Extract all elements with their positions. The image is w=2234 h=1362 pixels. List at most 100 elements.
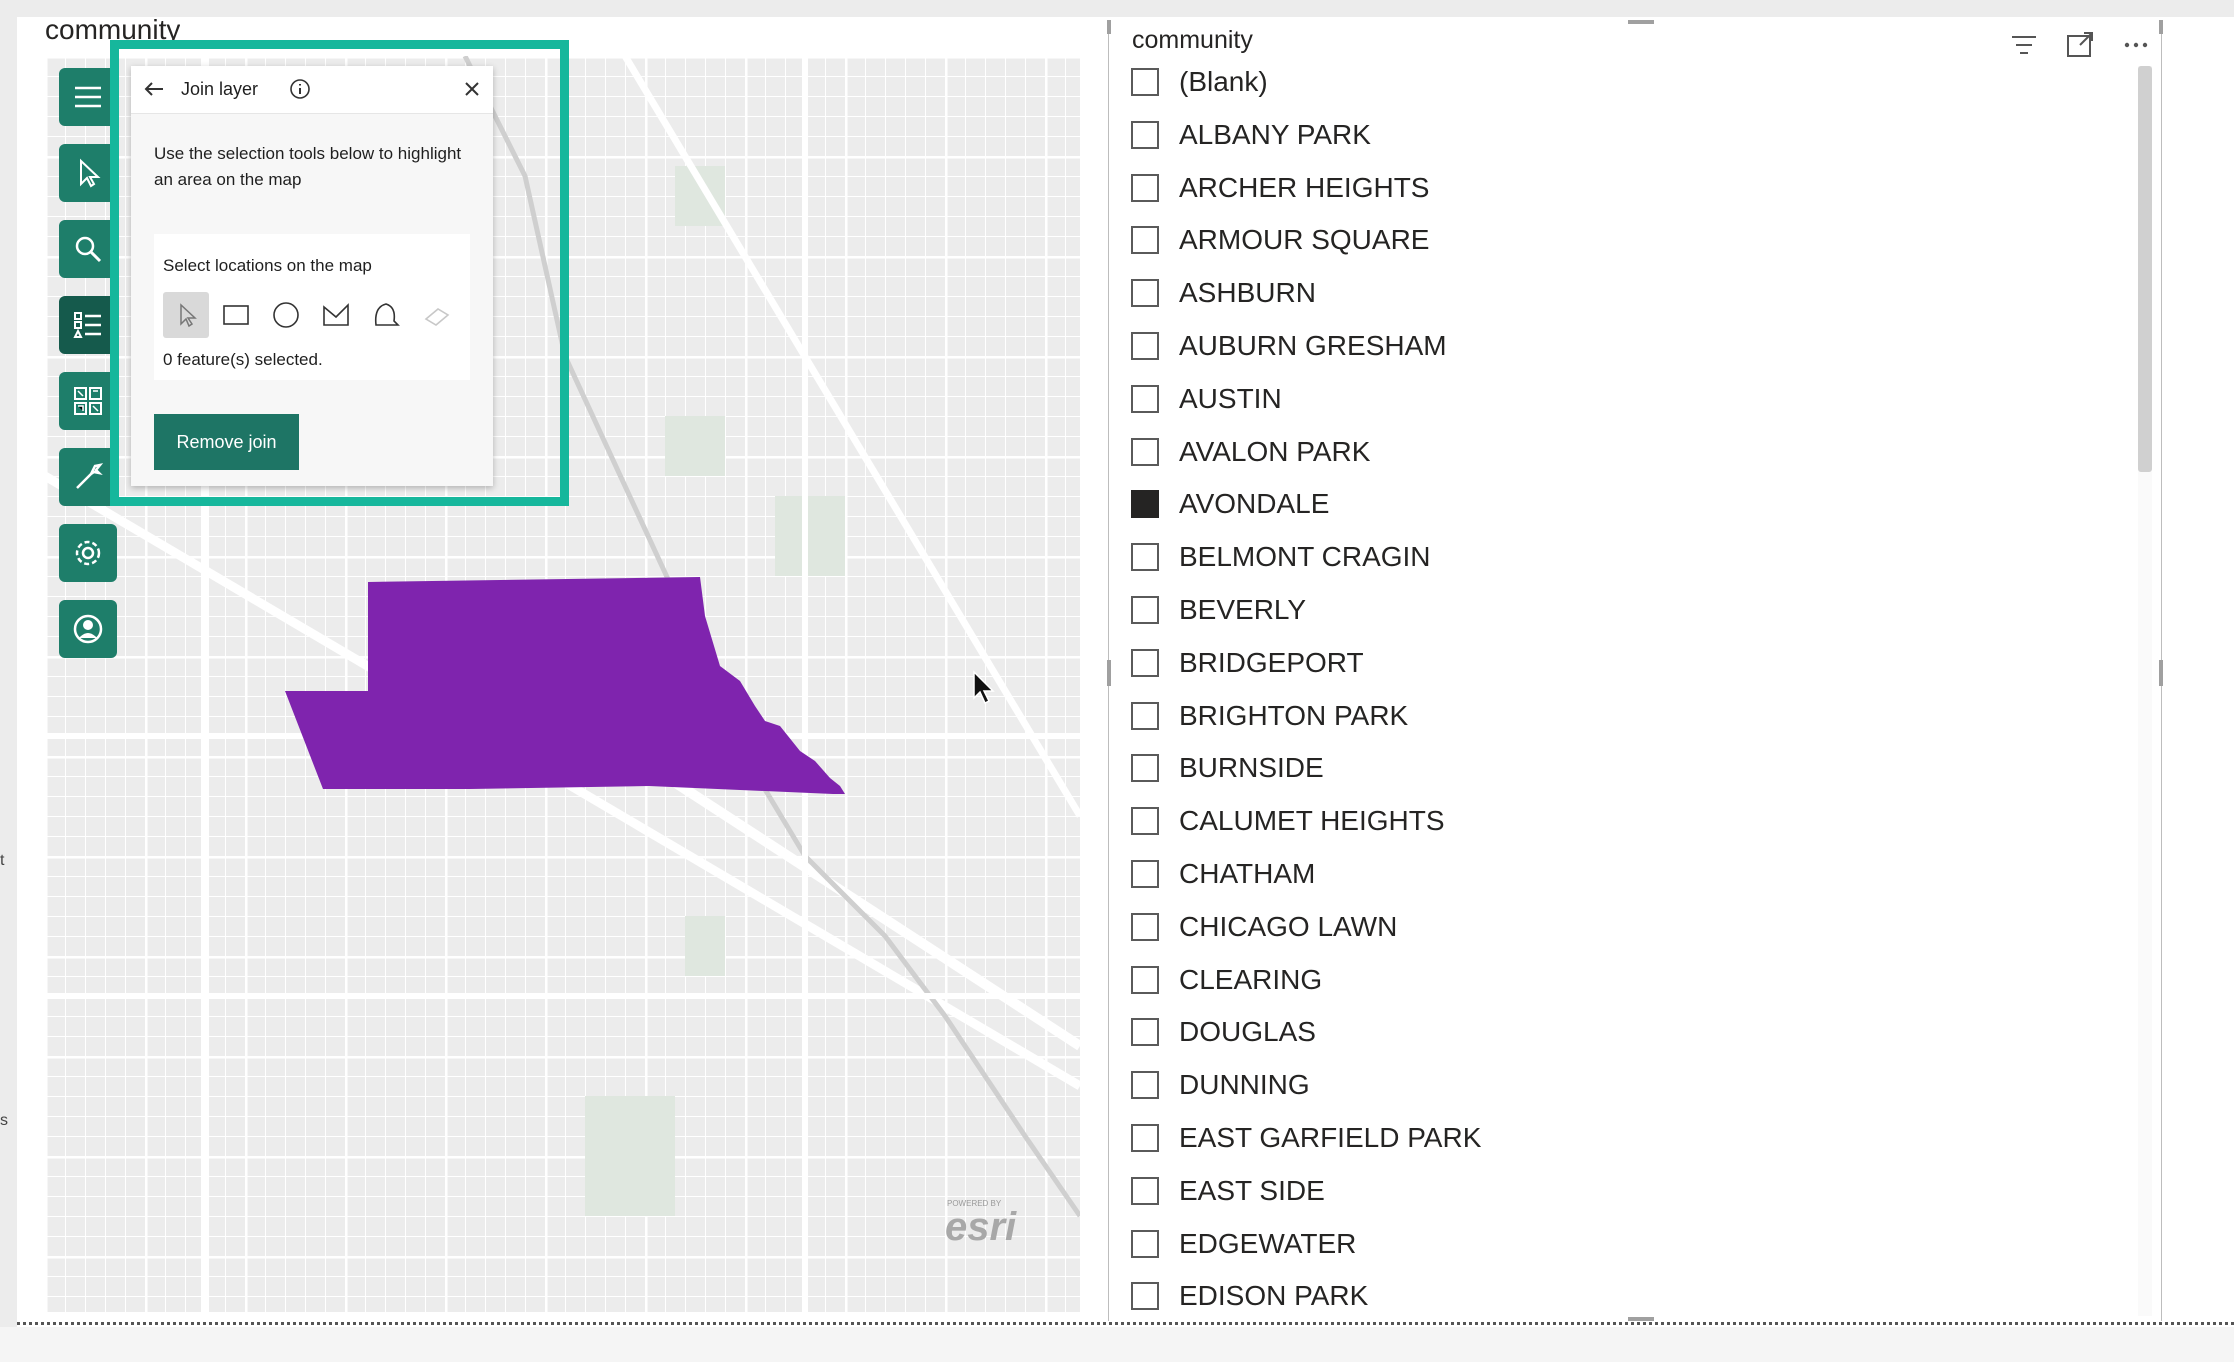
profile-button[interactable] [59, 600, 117, 658]
park-area [585, 1096, 675, 1216]
checkbox[interactable] [1131, 1282, 1159, 1311]
resize-handle[interactable] [2159, 660, 2163, 686]
slicer-item[interactable]: BURNSIDE [1131, 748, 2091, 788]
search-icon [75, 236, 102, 263]
checkbox[interactable] [1131, 1124, 1159, 1152]
slicer-item[interactable]: BRIGHTON PARK [1131, 696, 2091, 736]
layer-list-icon [73, 312, 101, 338]
resize-handle[interactable] [1107, 660, 1111, 686]
slicer-item[interactable]: AVONDALE [1131, 484, 2091, 524]
menu-icon [75, 86, 101, 108]
widget-grid-button[interactable] [59, 372, 117, 430]
slicer-item[interactable]: CALUMET HEIGHTS [1131, 801, 2091, 841]
slicer-item-label: AVONDALE [1179, 488, 1330, 520]
slicer-item-label: ARMOUR SQUARE [1179, 224, 1430, 256]
resize-handle[interactable] [1628, 20, 1654, 24]
slicer-item[interactable]: ASHBURN [1131, 273, 2091, 313]
checkbox[interactable] [1131, 120, 1159, 149]
resize-handle[interactable] [2159, 20, 2163, 34]
pointer-select-tool[interactable] [163, 292, 209, 338]
slicer-item[interactable]: BEVERLY [1131, 590, 2091, 630]
checkbox[interactable] [1131, 1071, 1159, 1100]
remove-join-button[interactable]: Remove join [154, 414, 299, 470]
polygon-select-tool[interactable] [313, 292, 359, 338]
esri-logo: POWERED BY esri [945, 1199, 1017, 1246]
resize-handle[interactable] [1628, 1317, 1654, 1321]
slicer-item[interactable]: EDISON PARK [1131, 1276, 2091, 1316]
checkbox[interactable] [1131, 807, 1159, 836]
slicer-item[interactable]: (Blank) [1131, 62, 2091, 102]
slicer-title: community [1132, 26, 1253, 54]
slicer-item-label: ARCHER HEIGHTS [1179, 171, 1430, 203]
checkbox[interactable] [1131, 1018, 1159, 1047]
lasso-select-tool[interactable] [363, 292, 409, 338]
slicer-item[interactable]: BELMONT CRAGIN [1131, 537, 2091, 577]
slicer-item[interactable]: AVALON PARK [1131, 432, 2091, 472]
checkbox[interactable] [1131, 1176, 1159, 1205]
slicer-item[interactable]: EAST GARFIELD PARK [1131, 1118, 2091, 1158]
eraser-tool[interactable] [413, 292, 459, 338]
slicer-item-label: AUBURN GRESHAM [1179, 330, 1447, 361]
slicer-item[interactable]: ALBANY PARK [1131, 115, 2091, 155]
checkbox[interactable] [1131, 860, 1159, 888]
checkbox[interactable] [1131, 912, 1159, 941]
slicer-item[interactable]: DUNNING [1131, 1065, 2091, 1105]
checkbox[interactable] [1131, 279, 1159, 308]
settings-button[interactable] [59, 524, 117, 582]
close-icon[interactable] [461, 78, 483, 100]
rectangle-select-tool[interactable] [213, 292, 259, 338]
checkbox[interactable] [1131, 701, 1159, 730]
left-strip [0, 17, 17, 1327]
info-icon[interactable] [289, 78, 311, 100]
panel-title: Join layer [181, 79, 259, 99]
selection-label: Select locations on the map [163, 256, 372, 275]
checkbox[interactable] [1131, 965, 1159, 994]
slicer-item[interactable]: ARMOUR SQUARE [1131, 220, 2091, 260]
rectangle-icon [223, 305, 249, 325]
checkbox[interactable] [1131, 648, 1159, 677]
slicer-item-label: ALBANY PARK [1179, 118, 1371, 150]
checkbox[interactable] [1131, 1229, 1159, 1258]
checkbox[interactable] [1131, 437, 1159, 466]
checkbox[interactable] [1131, 173, 1159, 202]
slicer-item[interactable]: BRIDGEPORT [1131, 643, 2091, 683]
wrench-icon [76, 463, 104, 489]
checkbox[interactable] [1131, 332, 1159, 360]
slicer-item-label: DUNNING [1179, 1069, 1310, 1101]
filter-icon[interactable] [2007, 28, 2041, 62]
checkbox[interactable] [1131, 490, 1159, 519]
more-options-icon[interactable] [2119, 28, 2153, 62]
tools-button[interactable] [59, 448, 117, 506]
checkbox[interactable] [1131, 68, 1159, 96]
slicer-item[interactable]: ARCHER HEIGHTS [1131, 168, 2091, 208]
layer-list-button[interactable] [59, 296, 117, 354]
slicer-item[interactable]: CHATHAM [1131, 854, 2091, 894]
slicer-item[interactable]: EDGEWATER [1131, 1224, 2091, 1264]
focus-mode-icon[interactable] [2063, 28, 2097, 62]
scrollbar-thumb[interactable] [2138, 66, 2152, 472]
panel-description: Use the selection tools below to highlig… [154, 144, 462, 189]
community-slicer: community (Blank) ALBANY PARK ARCHER HEIGH… [1107, 20, 2163, 1321]
resize-handle[interactable] [1107, 20, 1111, 34]
select-tool-button[interactable] [59, 144, 117, 202]
checkbox[interactable] [1131, 384, 1159, 413]
top-strip [0, 0, 2234, 17]
checkbox[interactable] [1131, 226, 1159, 255]
slicer-item[interactable]: AUSTIN [1131, 379, 2091, 419]
polygon-icon [323, 303, 349, 326]
lasso-icon [374, 303, 400, 326]
slicer-item[interactable]: EAST SIDE [1131, 1171, 2091, 1211]
slicer-item-label: CHICAGO LAWN [1179, 910, 1398, 942]
slicer-item[interactable]: CHICAGO LAWN [1131, 907, 2091, 947]
slicer-item[interactable]: DOUGLAS [1131, 1012, 2091, 1052]
circle-icon [273, 302, 299, 328]
slicer-item[interactable]: AUBURN GRESHAM [1131, 326, 2091, 366]
checkbox[interactable] [1131, 543, 1159, 572]
checkbox[interactable] [1131, 754, 1159, 783]
search-button[interactable] [59, 220, 117, 278]
slicer-item[interactable]: CLEARING [1131, 960, 2091, 1000]
back-arrow-icon[interactable] [141, 76, 167, 102]
checkbox[interactable] [1131, 596, 1159, 624]
circle-select-tool[interactable] [263, 292, 309, 338]
menu-button[interactable] [59, 68, 117, 126]
